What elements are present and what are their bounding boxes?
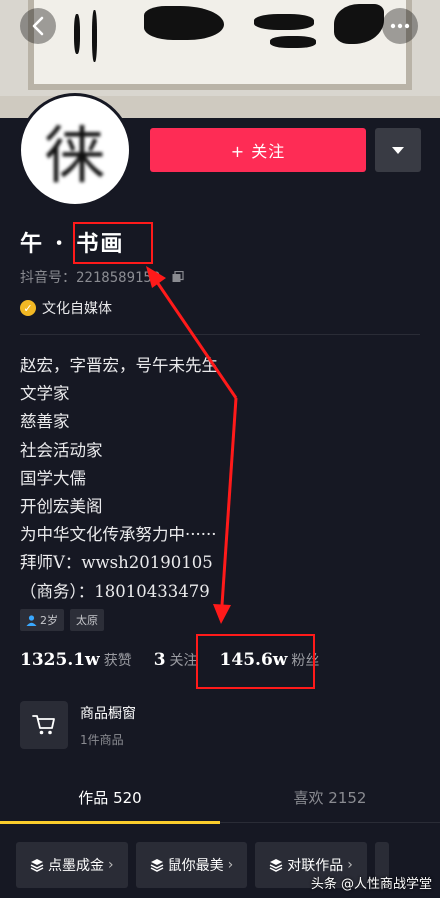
layers-icon	[269, 859, 283, 872]
divider	[20, 334, 420, 335]
tab-label: 作品 520	[78, 789, 142, 807]
back-chevron-icon	[32, 16, 44, 36]
chevron-right-icon: ›	[227, 857, 234, 873]
watermark: 头条 @人性商战学堂	[310, 877, 432, 892]
recommend-dropdown-button[interactable]	[375, 128, 421, 172]
tag-age: 2岁	[20, 609, 64, 631]
bio: 赵宏，字晋宏，号午未先生 文学家 慈善家 社会活动家 国学大儒 开创宏美阁 为中…	[20, 352, 218, 606]
shopping-cart-icon	[32, 715, 55, 735]
tab-label: 喜欢 2152	[293, 789, 367, 807]
bio-line: 为中华文化传承努力中······	[20, 525, 217, 545]
chevron-right-icon: ›	[347, 857, 353, 873]
bio-line: 慈善家	[20, 412, 70, 432]
verified-check-icon: ✓	[20, 300, 36, 316]
stat-following[interactable]: 3 关注	[154, 650, 198, 670]
collection-label: 点墨成金	[48, 858, 104, 874]
bio-line: 赵宏，字晋宏，号午未先生	[20, 356, 218, 375]
bio-line: （商务）：18010433479	[20, 581, 210, 601]
profile-tags: 2岁 太原	[20, 609, 104, 631]
verification-badge: ✓ 文化自媒体	[20, 298, 112, 318]
collection-chip[interactable]: 点墨成金 ›	[16, 842, 128, 888]
more-options-button[interactable]	[382, 8, 418, 44]
bio-line: 社会活动家	[20, 440, 103, 460]
verification-label: 文化自媒体	[42, 301, 112, 317]
follow-button[interactable]: + 关注	[150, 128, 366, 172]
tag-label: 太原	[76, 614, 98, 627]
chevron-right-icon: ›	[108, 857, 114, 873]
tab-likes[interactable]: 喜欢 2152	[220, 778, 440, 822]
tag-location: 太原	[70, 609, 104, 631]
collection-label: 对联作品	[287, 858, 344, 874]
stat-label: 获赞	[103, 653, 132, 669]
tag-label: 2岁	[40, 614, 58, 627]
follow-button-label: + 关注	[230, 142, 286, 161]
shop-icon-box	[20, 701, 68, 749]
stat-likes: 1325.1w 获赞	[20, 650, 132, 670]
collection-label: 鼠你最美	[167, 858, 224, 874]
bio-line: 开创宏美阁	[20, 497, 103, 517]
bio-line: 拜师V：wwsh20190105	[20, 553, 213, 573]
collection-chip[interactable]: 鼠你最美 ›	[135, 842, 248, 888]
ellipsis-icon	[390, 23, 410, 29]
tab-works[interactable]: 作品 520	[0, 778, 220, 824]
annotation-box-name	[73, 222, 153, 264]
annotation-box-followers	[196, 634, 315, 689]
layers-icon	[150, 859, 163, 872]
content-tabs: 作品 520 喜欢 2152	[0, 778, 440, 824]
caret-down-icon	[392, 146, 404, 154]
stat-number: 3	[153, 650, 166, 670]
copy-icon[interactable]	[172, 270, 184, 283]
stat-number: 1325.1w	[20, 650, 100, 670]
bio-line: 国学大儒	[20, 468, 86, 488]
shop-subtitle: 1件商品	[80, 732, 124, 747]
person-icon	[26, 614, 37, 626]
avatar[interactable]: 徕	[18, 93, 132, 207]
avatar-char: 徕	[43, 119, 106, 192]
shop-title: 商品橱窗	[80, 705, 136, 722]
douyin-id[interactable]: 抖音号：2218589158	[20, 267, 184, 287]
shop-window[interactable]: 商品橱窗 1件商品	[20, 700, 420, 750]
stat-label: 关注	[169, 653, 198, 669]
bio-line: 文学家	[20, 384, 70, 404]
layers-icon	[30, 859, 44, 872]
calligraphy-frame	[28, 0, 412, 90]
back-button[interactable]	[20, 8, 56, 44]
douyin-id-text: 抖音号：2218589158	[20, 270, 161, 286]
